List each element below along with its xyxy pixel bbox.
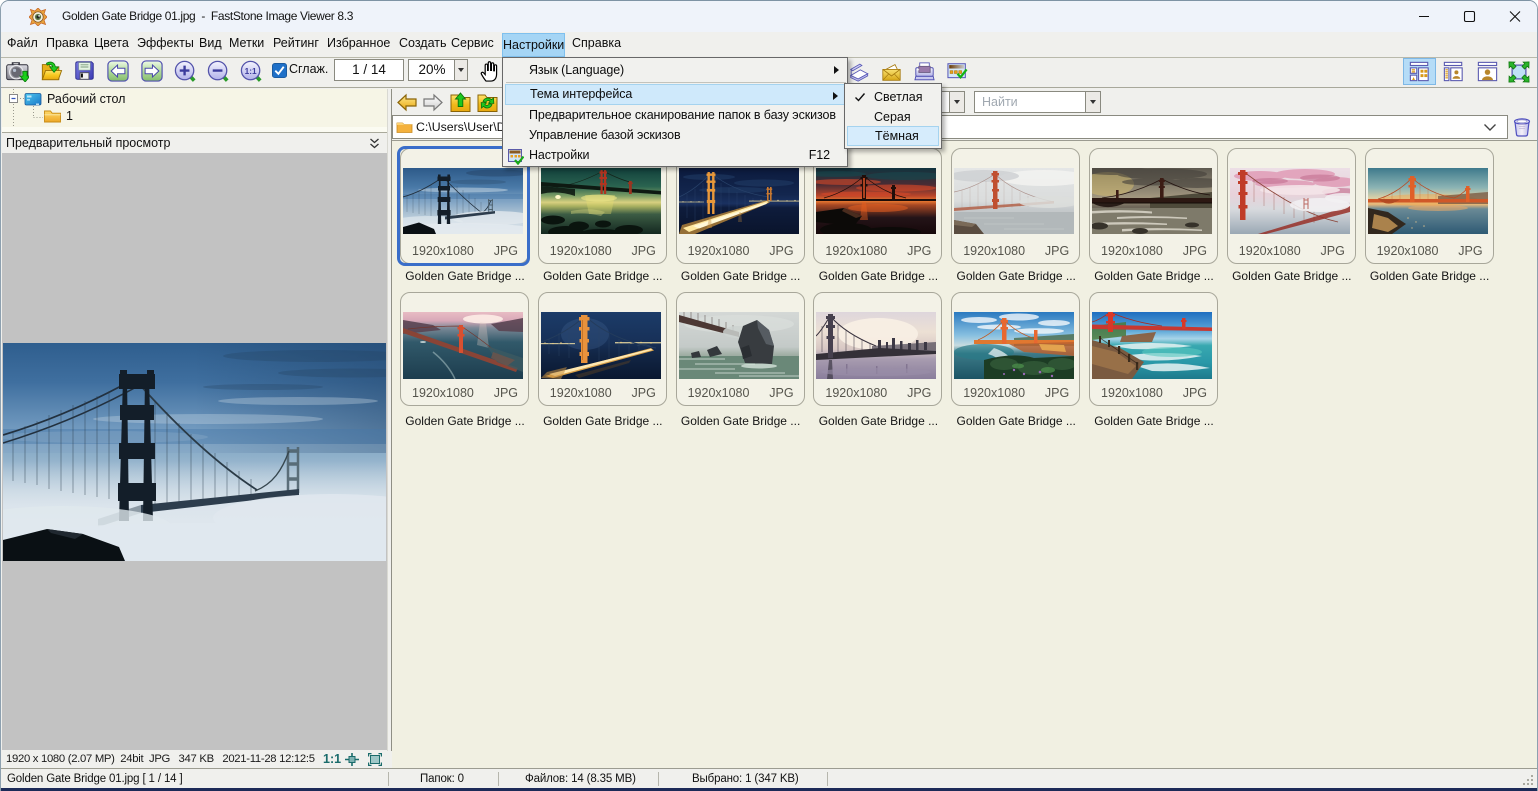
svg-text:1:1: 1:1 <box>245 67 257 76</box>
